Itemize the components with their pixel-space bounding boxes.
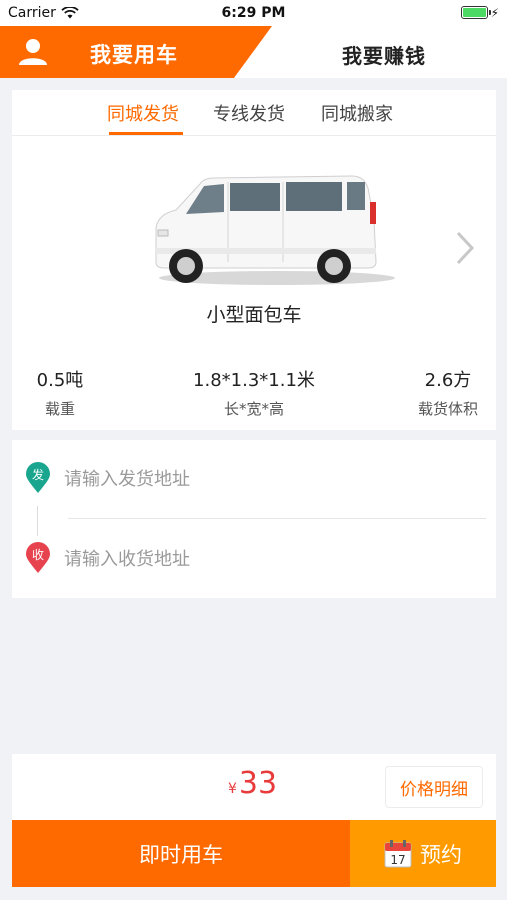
schedule-button[interactable]: 17 预约 xyxy=(350,820,496,887)
price-amount: 33 xyxy=(238,766,278,801)
tab-same-city-delivery[interactable]: 同城发货 xyxy=(107,100,179,126)
pickup-marker-text: 发 xyxy=(31,468,44,482)
spec-load-label: 载重 xyxy=(44,400,75,418)
user-icon xyxy=(19,39,47,65)
pickup-pin-icon: 发 xyxy=(25,462,51,494)
price-bar: ¥33 价格明细 xyxy=(12,754,496,820)
clock: 6:29 PM xyxy=(221,5,286,21)
spec-dimensions-label: 长*宽*高 xyxy=(223,400,284,418)
vehicle-card: 同城发货 专线发货 同城搬家 小型面包车 0.5吨 载重 1.8*1.3*1.1… xyxy=(12,90,496,430)
tab-same-city-moving[interactable]: 同城搬家 xyxy=(321,100,393,126)
charging-icon: ⚡ xyxy=(490,5,499,20)
order-now-button[interactable]: 即时用车 xyxy=(12,820,350,887)
battery-icon xyxy=(460,6,491,19)
spec-load: 0.5吨 载重 xyxy=(32,366,88,419)
price-display: ¥33 xyxy=(228,766,277,801)
vehicle-name: 小型面包车 xyxy=(206,304,302,326)
tab-line-delivery[interactable]: 专线发货 xyxy=(213,100,285,126)
chevron-right-icon[interactable] xyxy=(454,230,476,266)
currency-symbol: ¥ xyxy=(228,781,237,797)
address-divider xyxy=(68,518,486,519)
calendar-icon: 17 xyxy=(384,839,412,867)
dropoff-address-input[interactable] xyxy=(64,544,484,574)
calendar-day: 17 xyxy=(390,853,405,867)
address-card: 发 收 xyxy=(12,440,496,598)
price-detail-button[interactable]: 价格明细 xyxy=(385,766,483,808)
status-bar: Carrier 6:29 PM ⚡ xyxy=(0,0,507,26)
dropoff-pin-icon: 收 xyxy=(25,542,51,574)
battery-status: ⚡ xyxy=(460,5,499,20)
tab-use-vehicle[interactable]: 我要用车 xyxy=(0,26,272,78)
spec-dimensions: 1.8*1.3*1.1米 长*宽*高 xyxy=(184,366,324,419)
spec-volume-label: 载货体积 xyxy=(417,400,478,418)
role-switch-header: 我要用车 我要赚钱 xyxy=(0,26,507,78)
active-tab-indicator xyxy=(109,132,183,135)
schedule-button-label: 预约 xyxy=(420,842,462,867)
spec-volume: 2.6方 载货体积 xyxy=(408,366,488,419)
pickup-address-input[interactable] xyxy=(64,464,484,494)
minivan-image[interactable] xyxy=(142,170,402,290)
tab-earn-money[interactable]: 我要赚钱 xyxy=(342,40,426,69)
dropoff-marker-text: 收 xyxy=(31,548,44,562)
spec-volume-value: 2.6方 xyxy=(424,370,472,391)
route-connector xyxy=(37,506,38,536)
service-tabs: 同城发货 专线发货 同城搬家 xyxy=(12,90,496,136)
tab-use-vehicle-label: 我要用车 xyxy=(90,43,178,67)
spec-dimensions-value: 1.8*1.3*1.1米 xyxy=(193,370,315,391)
spec-load-value: 0.5吨 xyxy=(36,370,84,391)
